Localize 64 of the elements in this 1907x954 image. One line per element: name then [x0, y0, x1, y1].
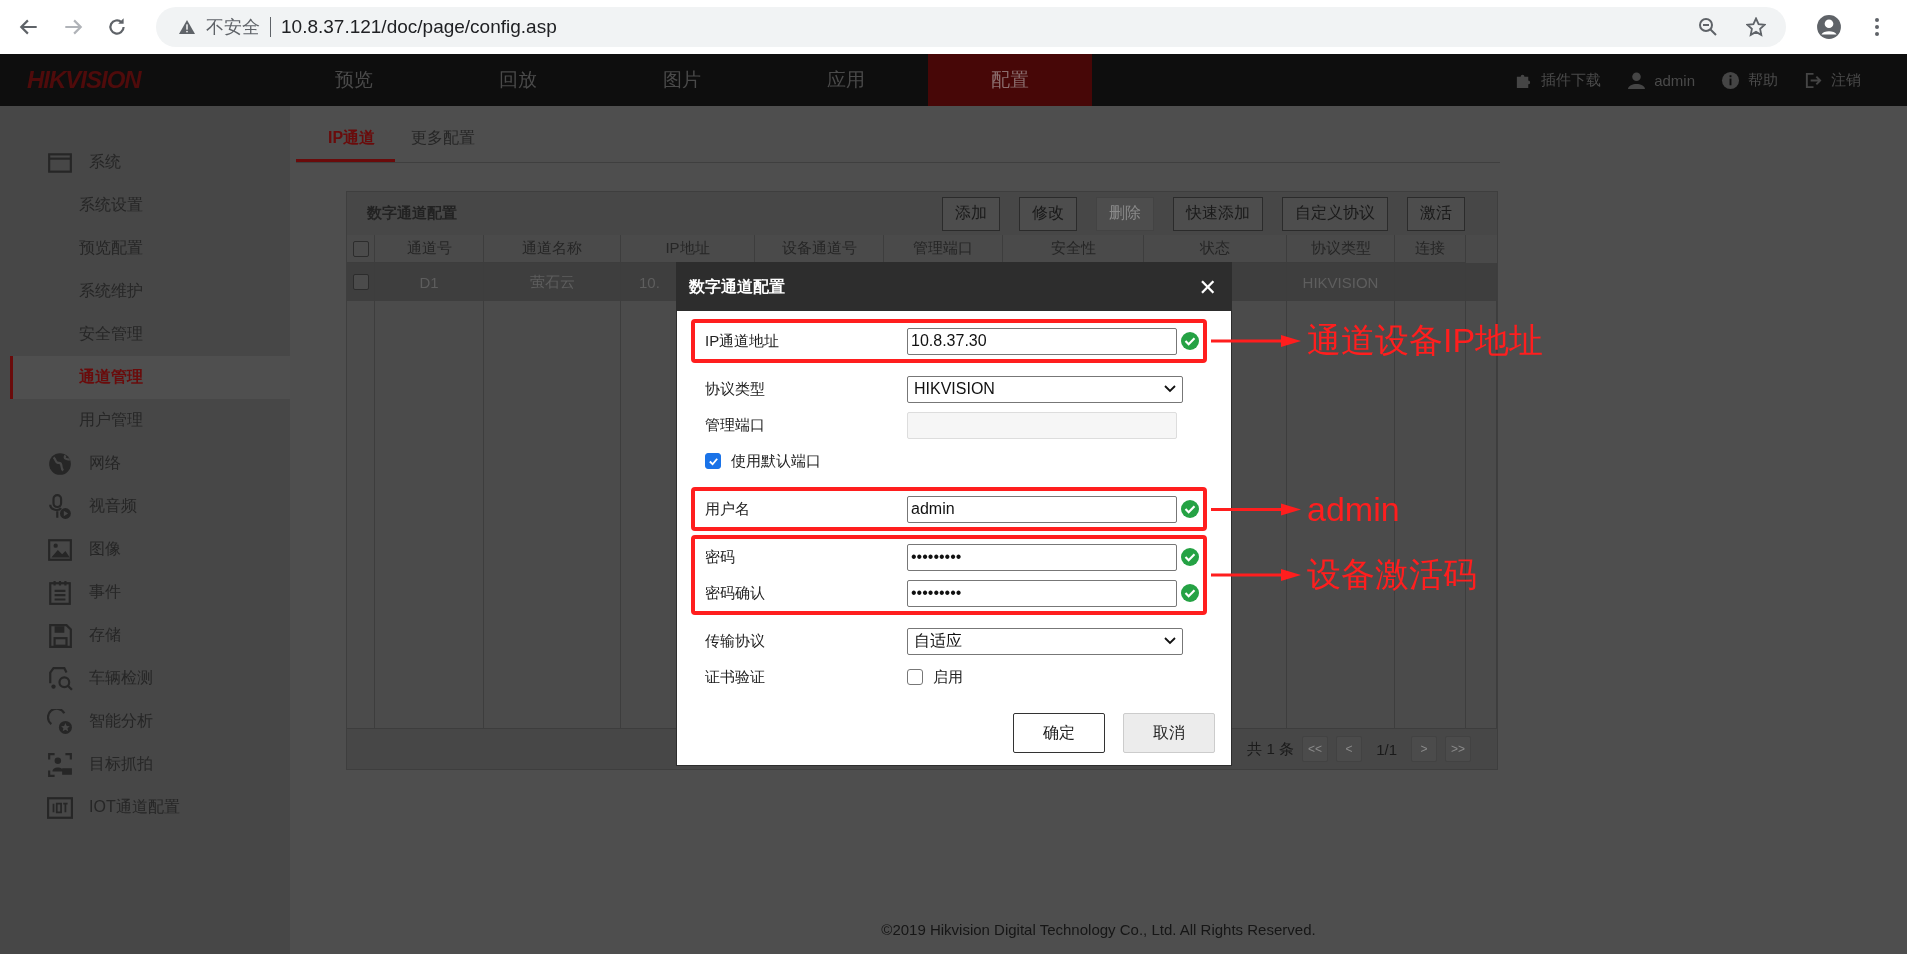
caret-icon	[1164, 385, 1176, 393]
dialog-button[interactable]: 确定	[1013, 713, 1105, 753]
field-label: 传输协议	[705, 631, 766, 651]
field-label: 管理端口	[705, 415, 766, 435]
star-icon	[47, 708, 73, 735]
reload-icon[interactable]	[106, 16, 128, 38]
checkbox[interactable]	[352, 274, 369, 290]
checkbox-label: 启用	[933, 667, 963, 687]
sidebar-subitem[interactable]: 通道管理	[10, 356, 290, 399]
field-label: 用户名	[705, 499, 751, 519]
security-label: 不安全	[206, 17, 271, 37]
checkbox[interactable]	[705, 453, 721, 469]
address-bar[interactable]: 不安全 10.8.37.121/doc/page/config.asp	[156, 7, 1786, 47]
profile-icon[interactable]	[1816, 14, 1842, 40]
annotation-text: admin	[1307, 489, 1400, 529]
nav-link[interactable]: 插件下载	[1541, 70, 1602, 90]
nav-link[interactable]: 注销	[1831, 70, 1861, 90]
zoom-out-icon[interactable]	[1698, 17, 1718, 37]
input-field[interactable]: 10.8.37.30	[907, 327, 1177, 355]
tab[interactable]: IP通道	[296, 128, 396, 162]
logo: HIKVISION	[26, 65, 143, 95]
menu-icon[interactable]	[1874, 17, 1880, 37]
annotation-text: 通道设备IP地址	[1307, 320, 1544, 361]
dropdown[interactable]: 自适应	[907, 627, 1183, 655]
image-icon	[47, 536, 73, 563]
next-page-button[interactable]: >	[1411, 736, 1437, 762]
globe-icon	[47, 450, 73, 477]
nav-tab[interactable]: 应用	[764, 54, 928, 106]
nav-link[interactable]: admin	[1654, 71, 1695, 89]
input-field[interactable]: •••••••••	[907, 579, 1177, 607]
star-icon[interactable]	[1746, 17, 1766, 37]
capture-icon	[47, 751, 73, 778]
iot-icon	[47, 794, 73, 821]
checkbox[interactable]	[352, 241, 369, 257]
copyright-text: ©2019 Hikvision Digital Technology Co., Ltd. All Rights Reserved.	[880, 921, 1317, 938]
last-page-button[interactable]: >>	[1445, 736, 1471, 762]
input-field[interactable]: •••••••••	[907, 543, 1177, 571]
nav-link[interactable]: 帮助	[1748, 70, 1778, 90]
field-label: IP通道地址	[705, 331, 781, 351]
floppy-icon	[47, 622, 73, 649]
checkmark-icon	[707, 455, 719, 467]
field-label: 证书验证	[705, 667, 766, 687]
warning-icon[interactable]	[178, 19, 196, 35]
nav-tab[interactable]: 配置	[928, 54, 1092, 106]
previous-page-button[interactable]: <	[1336, 736, 1363, 762]
field-label: 协议类型	[705, 379, 766, 399]
dropdown[interactable]: HIKVISION	[907, 375, 1183, 403]
checkbox-label: 使用默认端口	[731, 451, 821, 471]
input-field[interactable]: admin	[907, 495, 1177, 523]
checkbox[interactable]	[907, 669, 923, 685]
annotation-text: 设备激活码	[1307, 554, 1477, 595]
first-page-button[interactable]: <<	[1302, 736, 1329, 762]
nav-tab[interactable]: 预览	[272, 54, 436, 106]
nav-tab[interactable]: 图片	[600, 54, 764, 106]
field-label: 密码	[705, 547, 736, 567]
dialog-button[interactable]: 取消	[1123, 713, 1215, 753]
dialog-title: 数字通道配置	[689, 276, 785, 297]
field-label: 密码确认	[705, 583, 766, 603]
url-text: 10.8.37.121/doc/page/config.asp	[281, 16, 557, 38]
nav-tab[interactable]: 回放	[436, 54, 600, 106]
notepad-icon	[47, 579, 73, 606]
close-button[interactable]: ✕	[1198, 274, 1217, 300]
mic-icon	[47, 493, 73, 520]
caret-icon	[1164, 637, 1176, 645]
